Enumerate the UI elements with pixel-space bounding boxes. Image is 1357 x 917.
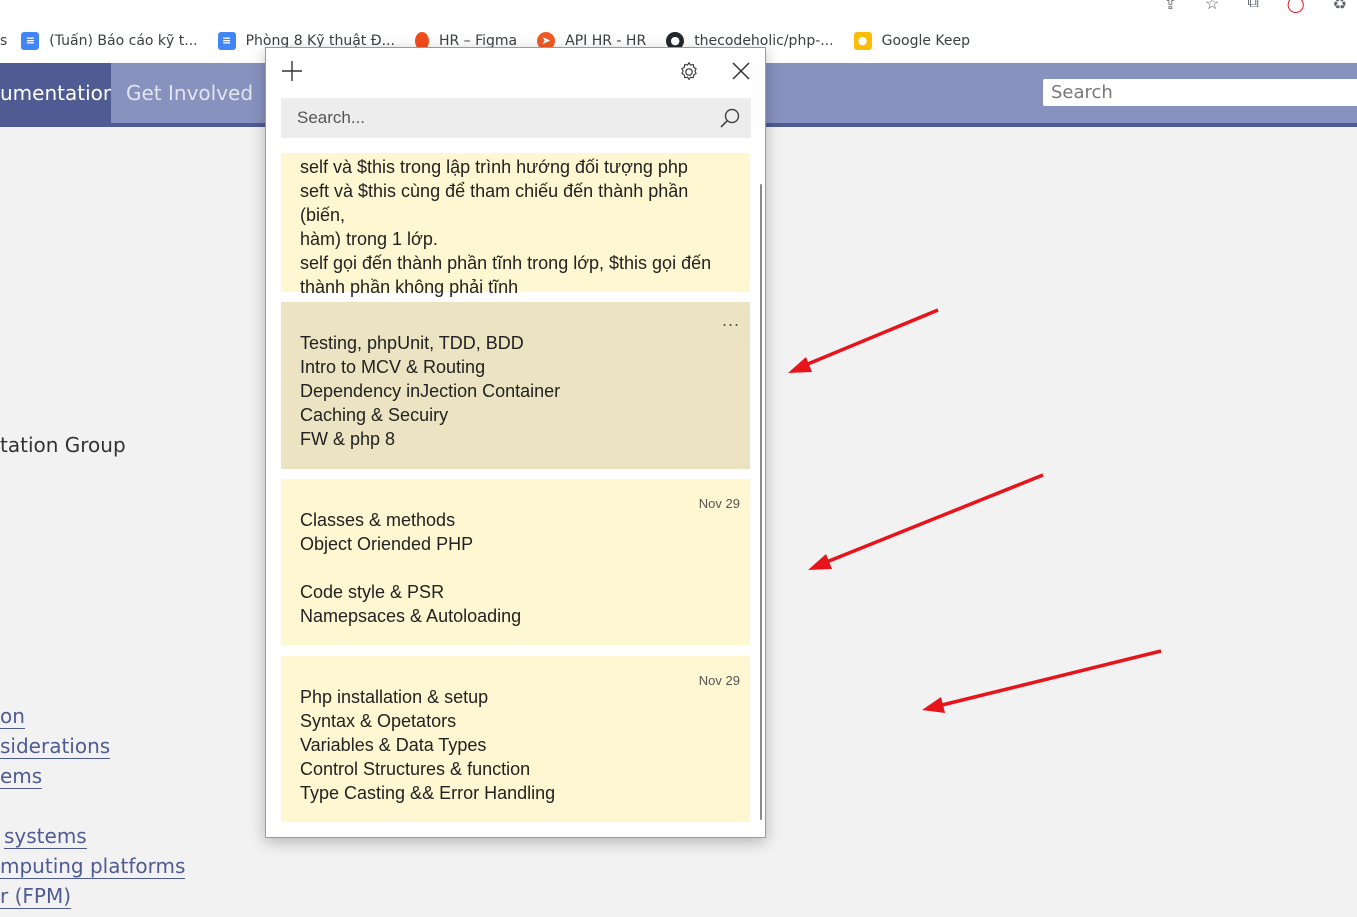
search-icon[interactable]	[719, 107, 741, 129]
note-card[interactable]: Nov 29 Classes & methods Object Oriended…	[281, 479, 750, 645]
browser-toolbar: ⇪ ☆ ⧉ ◯ ♻	[0, 0, 1357, 18]
note-line: self và $this trong lập trình hướng đối …	[300, 157, 688, 177]
close-icon[interactable]	[731, 61, 751, 81]
toolbar-icons: ⇪ ☆ ⧉ ◯ ♻	[1164, 0, 1347, 14]
note-line: Dependency inJection Container	[300, 381, 561, 401]
nav-item-documentation[interactable]: umentation	[0, 63, 111, 123]
note-line: self gọi đến thành phần tĩnh trong lớp, …	[300, 253, 712, 273]
note-content: Php installation & setup Syntax & Opetat…	[300, 685, 734, 805]
note-line: Syntax & Opetators	[300, 711, 457, 731]
add-icon[interactable]	[280, 59, 304, 83]
bookmark-label: (Tuấn) Báo cáo kỹ t...	[49, 32, 198, 49]
notes-search-input[interactable]	[281, 98, 711, 138]
note-line: Type Casting && Error Handling	[300, 783, 556, 803]
share-icon[interactable]: ⇪	[1164, 0, 1177, 14]
note-card[interactable]: self và $this trong lập trình hướng đối …	[281, 153, 750, 297]
bookmark-star-icon[interactable]: ☆	[1205, 0, 1219, 14]
page-link[interactable]: on	[0, 704, 25, 729]
note-line: Caching & Secuiry	[300, 405, 449, 425]
gear-icon[interactable]	[678, 61, 700, 83]
bookmark-item[interactable]: s	[0, 33, 7, 49]
google-docs-icon: ≡	[217, 31, 236, 50]
note-line	[300, 556, 734, 580]
bookmark-item[interactable]: ● Google Keep	[853, 31, 971, 50]
google-keep-icon: ●	[853, 31, 872, 50]
note-line: Classes & methods	[300, 510, 456, 530]
bookmark-label: Google Keep	[881, 32, 971, 49]
note-line: Namepsaces & Autoloading	[300, 606, 522, 626]
note-content: self và $this trong lập trình hướng đối …	[300, 155, 734, 299]
bookmark-item[interactable]: ≡ (Tuấn) Báo cáo kỹ t...	[21, 31, 198, 50]
extension-icon[interactable]: ⧉	[1247, 0, 1258, 14]
page-link[interactable]: ems	[0, 764, 43, 789]
annotation-arrow-3	[922, 649, 1162, 713]
note-line: Intro to MCV & Routing	[300, 357, 486, 377]
note-card[interactable]: Nov 29 Php installation & setup Syntax &…	[281, 656, 750, 822]
annotation-arrow-2	[808, 473, 1044, 570]
opera-icon[interactable]: ◯	[1287, 0, 1305, 14]
more-options-icon[interactable]: ...	[722, 308, 740, 332]
section-heading: tation Group	[0, 433, 126, 457]
notes-scrollbar[interactable]	[760, 184, 762, 820]
page-link[interactable]: siderations	[0, 734, 111, 759]
note-line: Code style & PSR	[300, 582, 445, 602]
recycle-icon[interactable]: ♻	[1333, 0, 1347, 14]
note-content: Testing, phpUnit, TDD, BDD Intro to MCV …	[300, 331, 734, 451]
note-line: seft và $this cùng để tham chiếu đến thà…	[300, 181, 689, 225]
note-card[interactable]: ... Testing, phpUnit, TDD, BDD Intro to …	[281, 302, 750, 469]
note-line: Control Structures & function	[300, 759, 531, 779]
notes-search-box	[281, 98, 751, 138]
note-line: Object Oriended PHP	[300, 534, 474, 554]
note-line: thành phần không phải tĩnh	[300, 277, 519, 297]
note-line: Variables & Data Types	[300, 735, 487, 755]
google-docs-icon: ≡	[21, 31, 40, 50]
note-line: FW & php 8	[300, 429, 396, 449]
sticky-notes-window: self và $this trong lập trình hướng đối …	[265, 47, 766, 838]
nav-item-get-involved[interactable]: Get Involved	[126, 63, 253, 123]
note-line: Php installation & setup	[300, 687, 489, 707]
note-line: hàm) trong 1 lớp.	[300, 229, 438, 249]
note-line: Testing, phpUnit, TDD, BDD	[300, 333, 524, 353]
page-link[interactable]: r (FPM)	[0, 884, 72, 909]
page-link[interactable]: systems	[4, 824, 87, 849]
bookmark-label: s	[0, 32, 8, 49]
note-content: Classes & methods Object Oriended PHP Co…	[300, 508, 734, 628]
page-link[interactable]: mputing platforms	[0, 854, 186, 879]
annotation-arrow-1	[788, 308, 939, 373]
site-search-input[interactable]	[1043, 79, 1357, 106]
